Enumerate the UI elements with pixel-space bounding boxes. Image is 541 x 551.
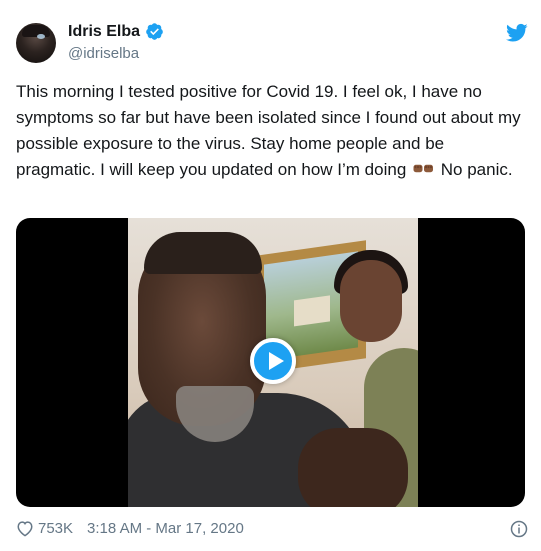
play-icon[interactable] (250, 338, 296, 384)
avatar-hat (22, 25, 50, 37)
tweet-text: This morning I tested positive for Covid… (16, 79, 526, 183)
avatar-glasses-shine (37, 34, 45, 39)
tweet-text-ending: No panic. (440, 160, 513, 179)
verified-badge-icon (146, 23, 163, 40)
author-display-name[interactable]: Idris Elba (68, 23, 140, 41)
avatar[interactable] (16, 23, 56, 63)
like-count[interactable]: 753K (38, 520, 73, 537)
twitter-bird-icon[interactable] (506, 23, 528, 43)
tweet-timestamp[interactable]: 3:18 AM - Mar 17, 2020 (87, 520, 244, 537)
tweet-footer: 753K 3:18 AM - Mar 17, 2020 (16, 520, 244, 537)
info-icon[interactable] (510, 520, 528, 538)
heart-icon[interactable] (16, 520, 34, 537)
video-player[interactable] (16, 218, 525, 507)
author-name-row: Idris Elba (68, 22, 164, 41)
author-handle[interactable]: @idriselba (68, 45, 139, 62)
fist-bump-emoji-icon (413, 164, 434, 173)
